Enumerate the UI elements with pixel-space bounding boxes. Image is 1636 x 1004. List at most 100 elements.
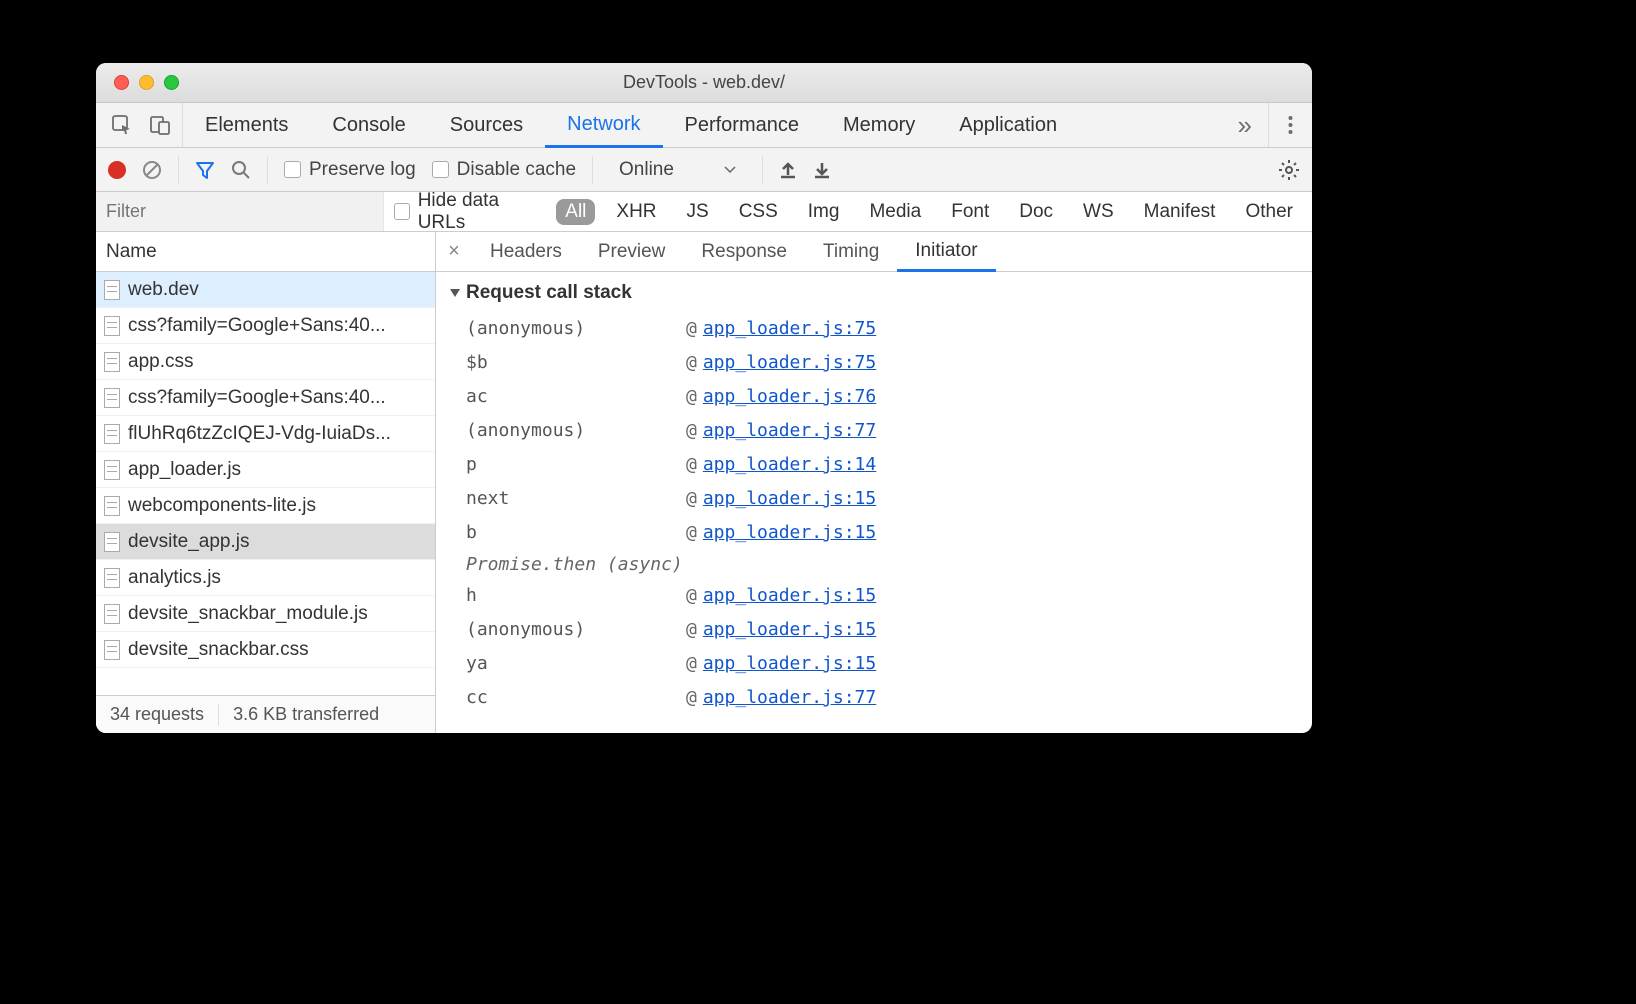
stack-frame: $b@app_loader.js:75 (450, 346, 1298, 380)
filter-type-all[interactable]: All (556, 199, 595, 225)
traffic-lights (114, 75, 179, 90)
filter-type-manifest[interactable]: Manifest (1135, 199, 1225, 225)
disable-cache-label: Disable cache (457, 159, 576, 181)
filter-type-other[interactable]: Other (1236, 199, 1302, 225)
close-detail-icon[interactable]: × (436, 232, 472, 271)
file-icon (104, 460, 120, 480)
detail-tab-timing[interactable]: Timing (805, 232, 897, 271)
titlebar: DevTools - web.dev/ (96, 63, 1312, 103)
divider (762, 156, 763, 184)
stack-at-symbol: @ (686, 448, 697, 482)
file-icon (104, 568, 120, 588)
record-button[interactable] (108, 161, 126, 179)
request-row[interactable]: webcomponents-lite.js (96, 488, 435, 524)
throttle-value: Online (619, 159, 674, 181)
filter-type-xhr[interactable]: XHR (607, 199, 665, 225)
maximize-window-button[interactable] (164, 75, 179, 90)
request-row[interactable]: flUhRq6tzZcIQEJ-Vdg-IuiaDs... (96, 416, 435, 452)
search-icon[interactable] (231, 160, 251, 180)
throttling-dropdown[interactable]: Online (609, 157, 746, 183)
request-call-stack-header[interactable]: Request call stack (450, 282, 1298, 304)
detail-tab-preview[interactable]: Preview (580, 232, 684, 271)
request-row[interactable]: devsite_snackbar_module.js (96, 596, 435, 632)
stack-source-link[interactable]: app_loader.js:15 (703, 647, 876, 681)
settings-gear-icon[interactable] (1278, 159, 1300, 181)
filter-type-media[interactable]: Media (860, 199, 930, 225)
stack-source-link[interactable]: app_loader.js:77 (703, 681, 876, 715)
detail-tab-headers[interactable]: Headers (472, 232, 580, 271)
filter-type-css[interactable]: CSS (730, 199, 787, 225)
request-name: app_loader.js (128, 459, 241, 481)
stack-function-name: (anonymous) (466, 312, 686, 346)
stack-source-link[interactable]: app_loader.js:15 (703, 516, 876, 550)
tabs-overflow-button[interactable]: » (1222, 103, 1268, 147)
disable-cache-checkbox[interactable]: Disable cache (432, 159, 576, 181)
stack-source-link[interactable]: app_loader.js:75 (703, 312, 876, 346)
request-name: devsite_app.js (128, 531, 249, 553)
device-toggle-icon[interactable] (150, 115, 170, 135)
request-row[interactable]: css?family=Google+Sans:40... (96, 380, 435, 416)
detail-tab-initiator[interactable]: Initiator (897, 232, 995, 272)
checkbox-icon (394, 203, 410, 220)
stack-source-link[interactable]: app_loader.js:77 (703, 414, 876, 448)
tab-elements[interactable]: Elements (183, 103, 310, 147)
name-column-header[interactable]: Name (96, 232, 435, 272)
stack-at-symbol: @ (686, 516, 697, 550)
file-icon (104, 280, 120, 300)
stack-function-name: next (466, 482, 686, 516)
stack-function-name: (anonymous) (466, 414, 686, 448)
minimize-window-button[interactable] (139, 75, 154, 90)
request-name: web.dev (128, 279, 199, 301)
stack-at-symbol: @ (686, 647, 697, 681)
close-window-button[interactable] (114, 75, 129, 90)
filter-input[interactable] (96, 192, 384, 231)
detail-tab-response[interactable]: Response (683, 232, 805, 271)
tab-network[interactable]: Network (545, 103, 662, 148)
request-name: css?family=Google+Sans:40... (128, 315, 386, 337)
preserve-log-checkbox[interactable]: Preserve log (284, 159, 416, 181)
tab-memory[interactable]: Memory (821, 103, 937, 147)
stack-source-link[interactable]: app_loader.js:75 (703, 346, 876, 380)
request-row[interactable]: devsite_app.js (96, 524, 435, 560)
request-row[interactable]: analytics.js (96, 560, 435, 596)
stack-at-symbol: @ (686, 482, 697, 516)
section-title: Request call stack (466, 282, 632, 304)
request-name: css?family=Google+Sans:40... (128, 387, 386, 409)
tab-console[interactable]: Console (310, 103, 427, 147)
stack-source-link[interactable]: app_loader.js:15 (703, 482, 876, 516)
tab-performance[interactable]: Performance (663, 103, 822, 147)
filter-icon[interactable] (195, 160, 215, 180)
filter-type-js[interactable]: JS (678, 199, 718, 225)
file-icon (104, 532, 120, 552)
stack-source-link[interactable]: app_loader.js:76 (703, 380, 876, 414)
filter-type-ws[interactable]: WS (1074, 199, 1123, 225)
download-har-icon[interactable] (813, 161, 831, 179)
kebab-menu-icon[interactable] (1268, 103, 1312, 147)
request-row[interactable]: app.css (96, 344, 435, 380)
filter-type-font[interactable]: Font (942, 199, 998, 225)
checkbox-icon (284, 161, 301, 178)
stack-source-link[interactable]: app_loader.js:15 (703, 579, 876, 613)
stack-at-symbol: @ (686, 579, 697, 613)
hide-data-urls-checkbox[interactable]: Hide data URLs (394, 190, 545, 234)
stack-function-name: ya (466, 647, 686, 681)
request-name: devsite_snackbar_module.js (128, 603, 368, 625)
upload-har-icon[interactable] (779, 161, 797, 179)
tab-application[interactable]: Application (937, 103, 1079, 147)
request-row[interactable]: app_loader.js (96, 452, 435, 488)
request-row[interactable]: css?family=Google+Sans:40... (96, 308, 435, 344)
filter-type-img[interactable]: Img (799, 199, 849, 225)
request-row[interactable]: web.dev (96, 272, 435, 308)
file-icon (104, 388, 120, 408)
initiator-panel: Request call stack (anonymous)@app_loade… (436, 272, 1312, 733)
stack-source-link[interactable]: app_loader.js:15 (703, 613, 876, 647)
request-count: 34 requests (110, 704, 204, 725)
stack-source-link[interactable]: app_loader.js:14 (703, 448, 876, 482)
divider (592, 156, 593, 184)
stack-frame: ya@app_loader.js:15 (450, 647, 1298, 681)
filter-type-doc[interactable]: Doc (1010, 199, 1062, 225)
tab-sources[interactable]: Sources (428, 103, 545, 147)
clear-icon[interactable] (142, 160, 162, 180)
inspect-icon[interactable] (112, 115, 132, 135)
request-row[interactable]: devsite_snackbar.css (96, 632, 435, 668)
